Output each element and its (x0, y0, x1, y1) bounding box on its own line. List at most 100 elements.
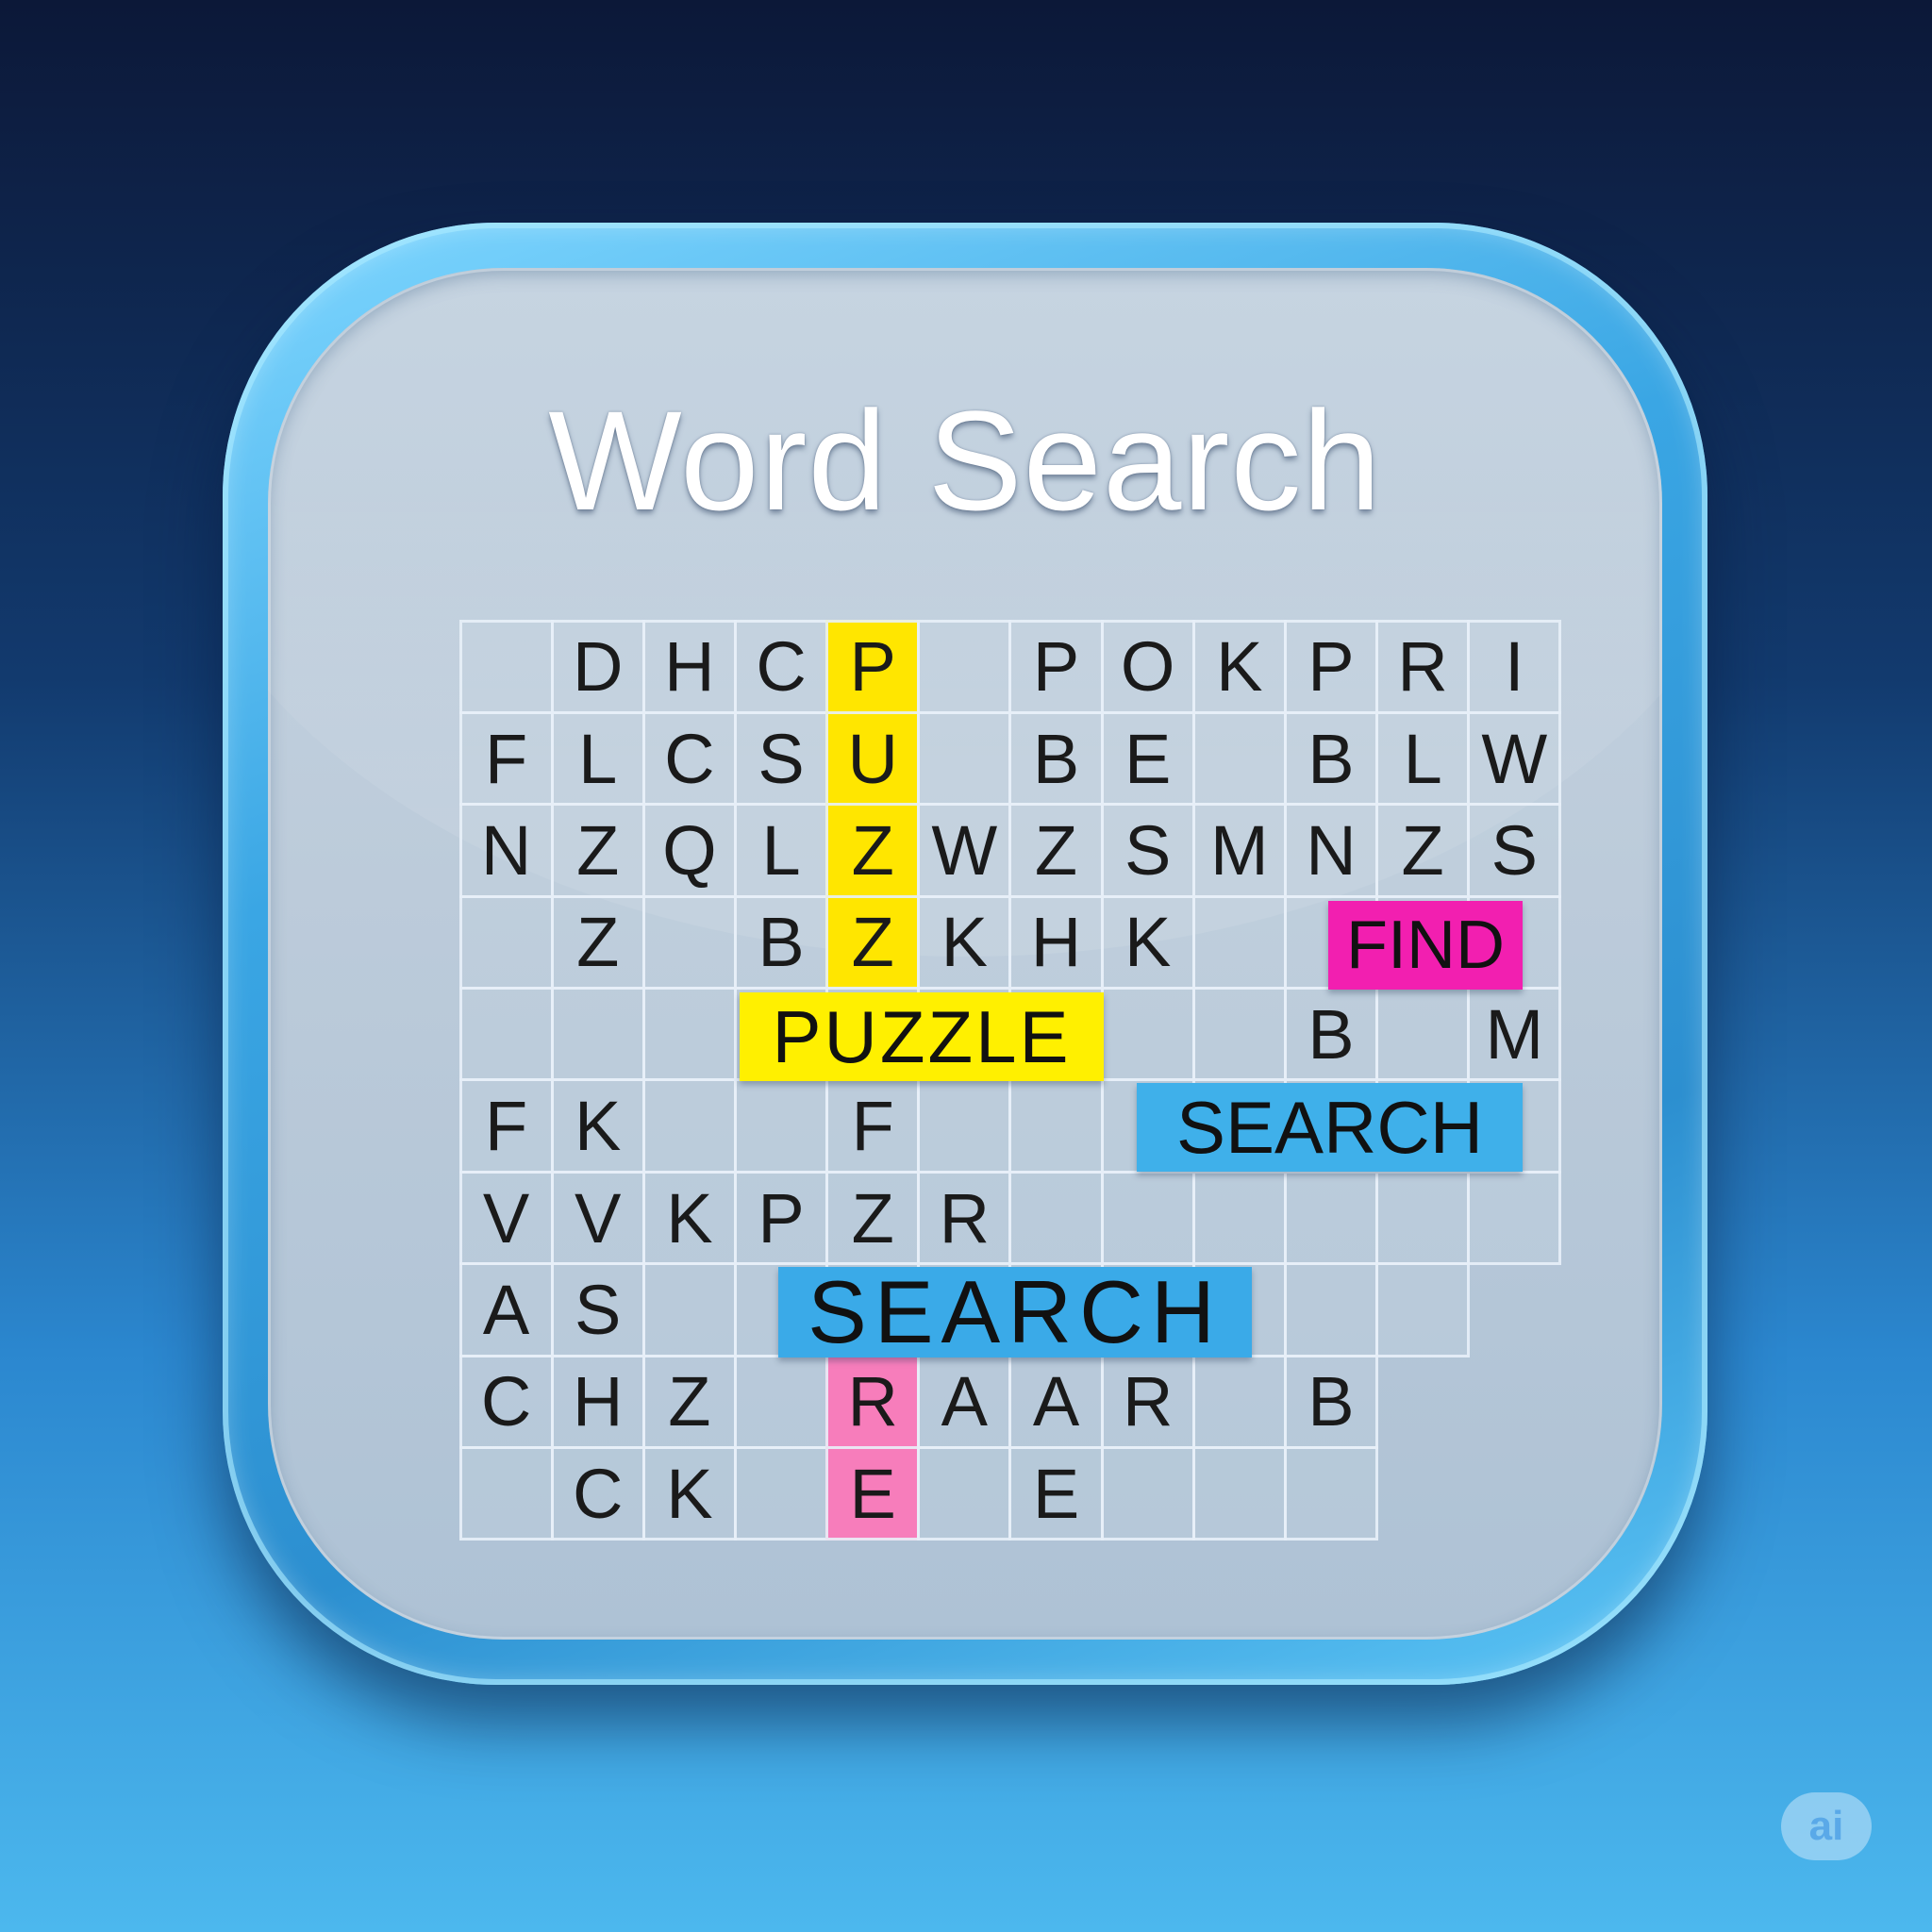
grid-cell[interactable]: F (825, 1078, 921, 1174)
grid-cell[interactable]: S (1100, 803, 1195, 898)
grid-cell[interactable] (1375, 1446, 1470, 1541)
grid-cell[interactable]: V (458, 1170, 554, 1266)
grid-cell[interactable] (458, 894, 554, 991)
grid-cell[interactable]: P (1008, 619, 1104, 714)
grid-cell[interactable]: Z (825, 894, 921, 991)
grid-cell[interactable]: A (458, 1262, 554, 1357)
grid-cell[interactable]: C (641, 710, 737, 807)
grid-cell[interactable] (917, 1078, 1012, 1174)
grid-cell[interactable]: Q (641, 803, 737, 898)
grid-cell[interactable]: S (550, 1262, 645, 1357)
grid-cell[interactable] (1191, 894, 1287, 991)
grid-cell[interactable]: S (733, 710, 829, 807)
grid-cell[interactable] (1467, 1262, 1561, 1357)
grid-cell[interactable]: F (458, 1078, 554, 1174)
grid-cell[interactable]: E (1008, 1446, 1104, 1541)
grid-cell[interactable]: O (1100, 619, 1195, 714)
grid-cell[interactable]: N (458, 803, 554, 898)
grid-cell[interactable] (1375, 1170, 1471, 1266)
grid-cell[interactable] (1100, 1170, 1195, 1266)
grid-cell[interactable]: R (1100, 1354, 1195, 1450)
app-icon[interactable]: Word Search DHCPPOKPRIFLCSUBEBLWNZQLZWZS… (223, 223, 1707, 1685)
grid-cell[interactable]: K (550, 1078, 645, 1174)
grid-cell[interactable]: A (917, 1354, 1012, 1450)
grid-cell[interactable] (641, 894, 737, 991)
grid-cell[interactable] (1375, 1262, 1471, 1357)
grid-cell[interactable]: Z (825, 803, 921, 898)
grid-cell[interactable]: H (1008, 894, 1104, 991)
grid-cell[interactable]: P (1283, 619, 1379, 714)
grid-cell[interactable]: L (1375, 710, 1471, 807)
grid-cell[interactable] (458, 1446, 554, 1541)
grid-cell[interactable]: K (917, 894, 1012, 991)
grid-cell[interactable]: E (1100, 710, 1195, 807)
grid-cell[interactable]: I (1467, 619, 1562, 714)
grid-cell[interactable] (641, 987, 737, 1082)
grid-cell[interactable] (1008, 1170, 1104, 1266)
grid-cell[interactable]: M (1191, 803, 1287, 898)
grid-cell[interactable]: C (550, 1446, 645, 1541)
grid-cell[interactable]: W (917, 803, 1012, 898)
grid-cell[interactable] (1191, 1354, 1287, 1450)
grid-cell[interactable]: H (550, 1354, 645, 1450)
grid-cell[interactable]: M (1467, 987, 1562, 1082)
grid-cell[interactable]: K (641, 1170, 737, 1266)
grid-cell[interactable]: R (917, 1170, 1012, 1266)
grid-cell[interactable] (1467, 1170, 1562, 1266)
grid-cell[interactable]: B (733, 894, 829, 991)
grid-cell[interactable]: E (825, 1446, 921, 1541)
grid-cell[interactable]: B (1283, 987, 1379, 1082)
grid-cell[interactable] (733, 1446, 829, 1541)
grid-cell[interactable]: K (1191, 619, 1287, 714)
grid-cell[interactable]: P (825, 619, 921, 714)
grid-cell[interactable] (1467, 1355, 1561, 1449)
grid-cell[interactable]: Z (1375, 803, 1471, 898)
grid-cell[interactable] (1191, 710, 1287, 807)
grid-cell[interactable] (1467, 1446, 1561, 1541)
grid-cell[interactable]: L (733, 803, 829, 898)
grid-cell[interactable]: C (458, 1354, 554, 1450)
grid-cell[interactable] (1191, 1170, 1287, 1266)
grid-cell[interactable] (1283, 1262, 1379, 1357)
grid-cell[interactable]: Z (1008, 803, 1104, 898)
grid-cell[interactable] (733, 1354, 829, 1450)
grid-cell[interactable]: D (550, 619, 645, 714)
grid-cell[interactable] (641, 1262, 737, 1357)
grid-cell[interactable]: Z (641, 1354, 737, 1450)
grid-cell[interactable]: C (733, 619, 829, 714)
grid-cell[interactable]: S (1467, 803, 1562, 898)
grid-cell[interactable]: K (641, 1446, 737, 1541)
grid-cell[interactable]: A (1008, 1354, 1104, 1450)
grid-cell[interactable]: F (458, 710, 554, 807)
grid-cell[interactable] (1100, 1446, 1195, 1541)
grid-cell[interactable]: P (733, 1170, 829, 1266)
grid-cell[interactable]: K (1100, 894, 1195, 991)
grid-cell[interactable]: V (550, 1170, 645, 1266)
grid-cell[interactable] (917, 619, 1012, 714)
grid-cell[interactable]: B (1008, 710, 1104, 807)
grid-cell[interactable] (458, 987, 554, 1082)
grid-cell[interactable] (1008, 1078, 1104, 1174)
grid-cell[interactable] (1100, 987, 1195, 1082)
grid-cell[interactable]: N (1283, 803, 1379, 898)
grid-cell[interactable] (1191, 1446, 1287, 1541)
grid-cell[interactable]: Z (550, 803, 645, 898)
grid-cell[interactable]: B (1283, 1354, 1379, 1450)
grid-cell[interactable]: U (825, 710, 921, 807)
grid-cell[interactable] (733, 1078, 829, 1174)
grid-cell[interactable]: R (1375, 619, 1471, 714)
grid-cell[interactable]: Z (825, 1170, 921, 1266)
grid-cell[interactable] (1191, 987, 1287, 1082)
grid-cell[interactable]: W (1467, 710, 1562, 807)
grid-cell[interactable] (641, 1078, 737, 1174)
grid-cell[interactable] (1283, 1170, 1379, 1266)
grid-cell[interactable] (1283, 1446, 1379, 1541)
grid-cell[interactable] (550, 987, 645, 1082)
grid-cell[interactable] (917, 710, 1012, 807)
grid-cell[interactable]: H (641, 619, 737, 714)
grid-cell[interactable]: L (550, 710, 645, 807)
grid-cell[interactable] (1375, 1355, 1470, 1449)
grid-cell[interactable]: B (1283, 710, 1379, 807)
grid-cell[interactable]: Z (550, 894, 645, 991)
grid-cell[interactable] (917, 1446, 1012, 1541)
